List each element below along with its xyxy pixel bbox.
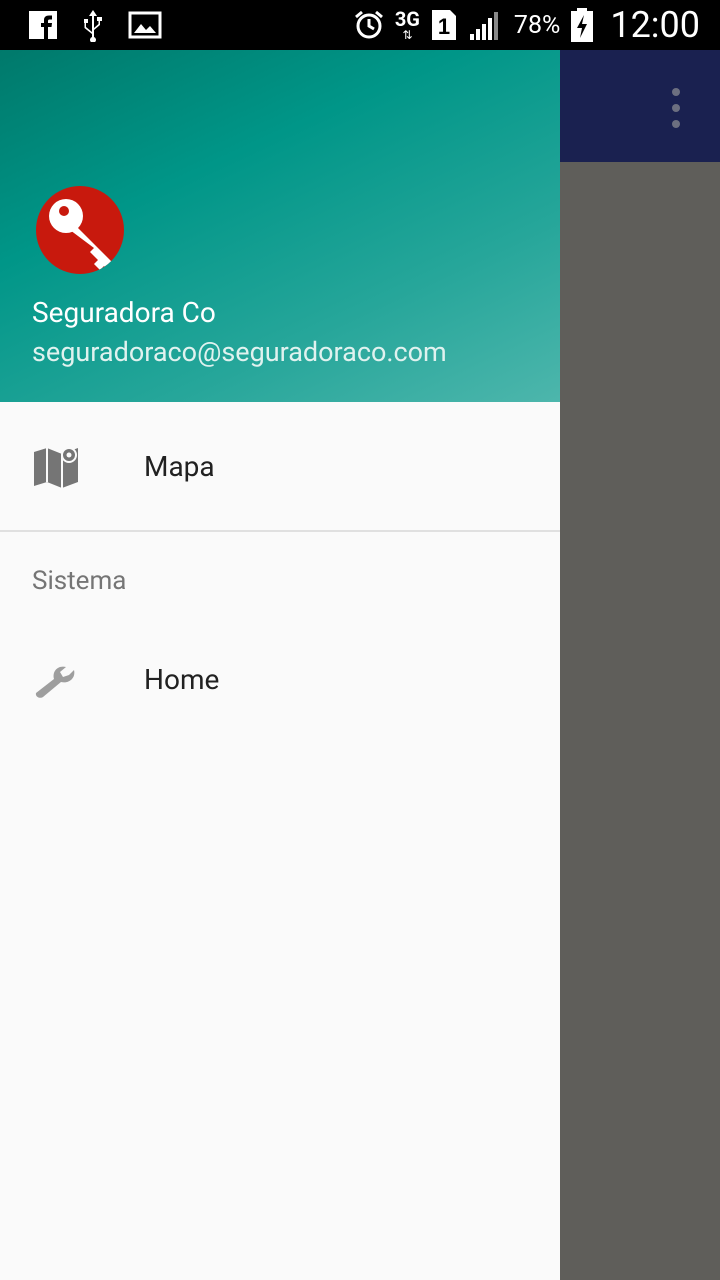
menu-item-label: Mapa (144, 449, 215, 483)
menu-item-label: Home (144, 662, 220, 696)
signal-icon (468, 8, 504, 42)
account-name: Seguradora Co (32, 296, 216, 329)
key-icon (49, 199, 116, 272)
drawer-scrim[interactable] (560, 162, 720, 1280)
section-header-sistema: Sistema (0, 532, 560, 632)
usb-icon (80, 8, 106, 42)
map-icon (32, 442, 80, 490)
network-3g-icon: 3G ⇅ (394, 7, 420, 42)
menu-item-home[interactable]: Home (0, 632, 560, 726)
account-email: seguradoraco@seguradoraco.com (32, 336, 447, 368)
facebook-icon (28, 10, 58, 40)
sim-1-icon: 1 (430, 8, 458, 42)
app-toolbar (560, 50, 720, 162)
alarm-icon (353, 9, 385, 41)
drawer-header: Seguradora Co seguradoraco@seguradoraco.… (0, 50, 560, 402)
wrench-icon (32, 655, 80, 703)
battery-percent: 78% (513, 10, 561, 40)
image-icon (128, 10, 162, 40)
section-title: Sistema (32, 566, 127, 596)
clock: 12:00 (610, 4, 700, 46)
navigation-drawer: Seguradora Co seguradoraco@seguradoraco.… (0, 50, 560, 1280)
status-bar: 3G ⇅ 1 78% 12:00 (0, 0, 720, 50)
battery-charging-icon (570, 7, 594, 43)
more-vert-icon[interactable] (660, 88, 692, 128)
menu-item-mapa[interactable]: Mapa (0, 402, 560, 530)
avatar[interactable] (36, 186, 124, 274)
svg-text:1: 1 (438, 14, 450, 39)
